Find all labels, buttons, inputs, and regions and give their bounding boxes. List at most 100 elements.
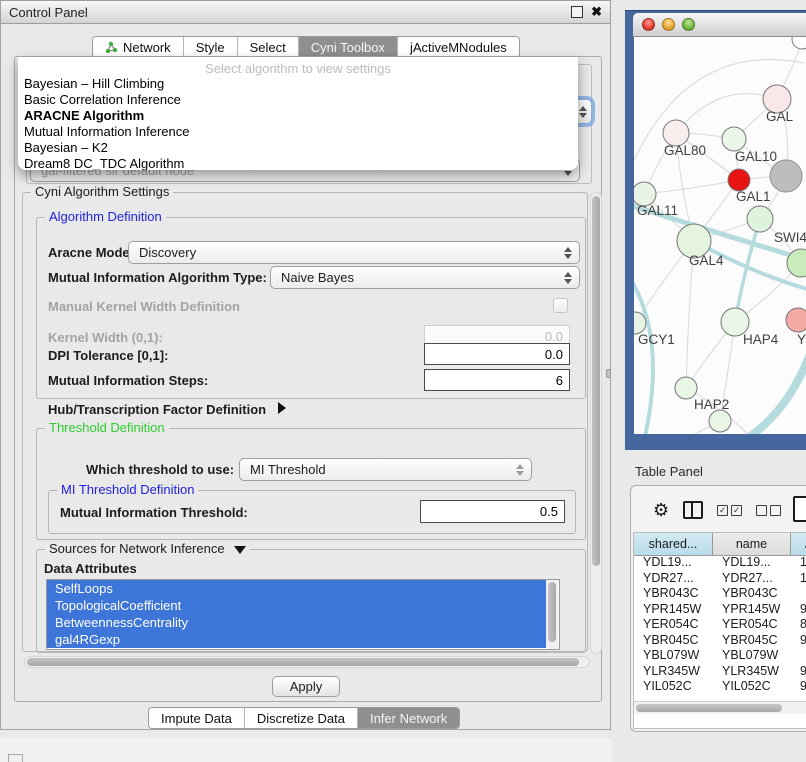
table-row[interactable]: YDL19...YDL19...13 — [634, 555, 806, 571]
which-threshold-combo[interactable]: MI Threshold — [239, 458, 532, 481]
table-cell[interactable]: YDR27... — [713, 571, 791, 587]
vscroll-thumb[interactable] — [592, 196, 600, 566]
table-cell[interactable]: 9. — [791, 664, 806, 680]
table-cell[interactable]: YBL079W — [713, 648, 791, 664]
tab-impute-data[interactable]: Impute Data — [149, 708, 245, 728]
column-header-name[interactable]: name — [713, 533, 791, 555]
table-cell[interactable]: YBR045C — [713, 633, 791, 649]
deselect-all-checkboxes-icon[interactable] — [756, 505, 781, 516]
table-cell[interactable]: 8. — [791, 617, 806, 633]
float-window-icon[interactable] — [571, 6, 583, 18]
table-cell[interactable]: YIL052C — [713, 679, 791, 694]
table-cell[interactable]: YPR145W — [713, 602, 791, 618]
manual-kernel-checkbox[interactable] — [553, 298, 568, 313]
expand-arrow-icon[interactable] — [278, 402, 286, 414]
table-cell[interactable]: YDL19... — [634, 555, 713, 571]
close-icon[interactable]: ✖ — [591, 7, 602, 17]
dpi-tolerance-input[interactable] — [424, 343, 570, 365]
table-cell[interactable] — [791, 586, 806, 602]
dropdown-item[interactable]: Mutual Information Inference — [18, 124, 578, 140]
horizontal-scrollbar[interactable] — [24, 656, 590, 668]
minimize-window-icon[interactable] — [662, 18, 675, 31]
tab-infer-network[interactable]: Infer Network — [358, 708, 459, 728]
tab-select[interactable]: Select — [238, 37, 299, 57]
column-header-partial[interactable]: A — [791, 533, 806, 555]
sources-title[interactable]: Sources for Network Inference — [45, 541, 250, 556]
tab-cyni-toolbox[interactable]: Cyni Toolbox — [299, 37, 398, 57]
table-cell[interactable]: 13 — [791, 555, 806, 571]
dropdown-item[interactable]: Basic Correlation Inference — [18, 92, 578, 108]
table-cell[interactable]: YER054C — [634, 617, 713, 633]
dropdown-item[interactable]: Dream8 DC_TDC Algorithm — [18, 156, 578, 170]
table-horizontal-scrollbar[interactable] — [634, 701, 806, 714]
table-cell[interactable] — [791, 648, 806, 664]
table-cell[interactable]: YBR043C — [713, 586, 791, 602]
network-node[interactable] — [709, 410, 731, 432]
network-edge[interactable] — [644, 180, 739, 194]
network-edge[interactable] — [634, 275, 653, 434]
gear-icon[interactable]: ⚙ — [653, 501, 669, 519]
aracne-mode-combo[interactable]: Discovery — [128, 241, 580, 264]
table-cell[interactable]: YDR27... — [634, 571, 713, 587]
tab-network[interactable]: Network — [93, 37, 184, 57]
select-all-checkboxes-icon[interactable]: ✓✓ — [717, 505, 742, 516]
tab-style[interactable]: Style — [184, 37, 238, 57]
network-window-titlebar[interactable] — [633, 13, 806, 37]
data-attributes-list[interactable]: SelfLoops TopologicalCoefficient Between… — [46, 579, 560, 650]
network-window-frame[interactable]: GALGAL80GAL10GAL1GAL11SWI4GAL4GCY1HAP4YH… — [625, 10, 806, 450]
tab-discretize-data[interactable]: Discretize Data — [245, 708, 358, 728]
table-row[interactable]: YBR045CYBR045C9. — [634, 633, 806, 649]
table-cell[interactable]: YLR345W — [713, 664, 791, 680]
table-row[interactable]: YIL052CYIL052C9 — [634, 679, 806, 694]
vertical-scrollbar[interactable] — [590, 192, 602, 654]
network-node-gal10[interactable] — [722, 127, 746, 151]
network-edge[interactable] — [726, 335, 806, 434]
table-cell[interactable]: 9. — [791, 633, 806, 649]
network-node[interactable] — [792, 37, 806, 49]
table-cell[interactable]: YIL052C — [634, 679, 713, 694]
table-cell[interactable]: YDL19... — [713, 555, 791, 571]
table-row[interactable]: YER054CYER054C8. — [634, 617, 806, 633]
table-row[interactable]: YDR27...YDR27...12 — [634, 571, 806, 587]
collapse-arrow-icon[interactable] — [234, 546, 246, 554]
table-hscroll-thumb[interactable] — [636, 704, 782, 712]
apply-button[interactable]: Apply — [272, 676, 340, 697]
table-cell[interactable]: YLR345W — [634, 664, 713, 680]
table-row[interactable]: YBR043CYBR043C — [634, 586, 806, 602]
table-cell[interactable]: 9. — [791, 602, 806, 618]
attribute-item-selected[interactable]: TopologicalCoefficient — [47, 597, 546, 614]
network-graph[interactable]: GALGAL80GAL10GAL1GAL11SWI4GAL4GCY1HAP4YH… — [634, 37, 806, 434]
network-node-swi4[interactable] — [747, 206, 773, 232]
document-icon[interactable] — [793, 496, 806, 522]
table-cell[interactable]: 9 — [791, 679, 806, 694]
table-row[interactable]: YBL079WYBL079W — [634, 648, 806, 664]
network-node[interactable] — [770, 160, 802, 192]
network-node-hap2[interactable] — [675, 377, 697, 399]
table-cell[interactable]: YBR045C — [634, 633, 713, 649]
hub-definition-toggle[interactable]: Hub/Transcription Factor Definition — [48, 402, 286, 417]
columns-icon[interactable] — [683, 501, 703, 519]
mi-threshold-input[interactable] — [420, 500, 565, 523]
list-scrollbar[interactable] — [546, 580, 558, 649]
table-cell[interactable]: YBL079W — [634, 648, 713, 664]
splitter-handle[interactable] — [606, 369, 611, 378]
mi-steps-input[interactable] — [424, 369, 570, 391]
network-node-gal1[interactable] — [728, 169, 750, 191]
hscroll-thumb[interactable] — [27, 658, 579, 666]
dropdown-item-highlighted[interactable]: ARACNE Algorithm — [18, 108, 578, 124]
table-row[interactable]: YPR145WYPR145W9. — [634, 602, 806, 618]
table-row[interactable]: YLR345WYLR345W9. — [634, 664, 806, 680]
dropdown-item[interactable]: Bayesian – K2 — [18, 140, 578, 156]
attribute-item-selected[interactable]: gal4RGexp — [47, 631, 546, 648]
attribute-item-selected[interactable]: SelfLoops — [47, 580, 546, 597]
tab-jactivemnodules[interactable]: jActiveMNodules — [398, 37, 519, 57]
network-canvas[interactable]: GALGAL80GAL10GAL1GAL11SWI4GAL4GCY1HAP4YH… — [634, 37, 806, 434]
table-cell[interactable]: 12 — [791, 571, 806, 587]
table-cell[interactable]: YER054C — [713, 617, 791, 633]
column-header-shared[interactable]: shared... — [634, 533, 713, 555]
attribute-item-selected[interactable]: BetweennessCentrality — [47, 614, 546, 631]
close-window-icon[interactable] — [642, 18, 655, 31]
table-cell[interactable]: YBR043C — [634, 586, 713, 602]
network-node-y[interactable] — [786, 308, 806, 332]
mi-type-combo[interactable]: Naive Bayes — [270, 266, 580, 289]
